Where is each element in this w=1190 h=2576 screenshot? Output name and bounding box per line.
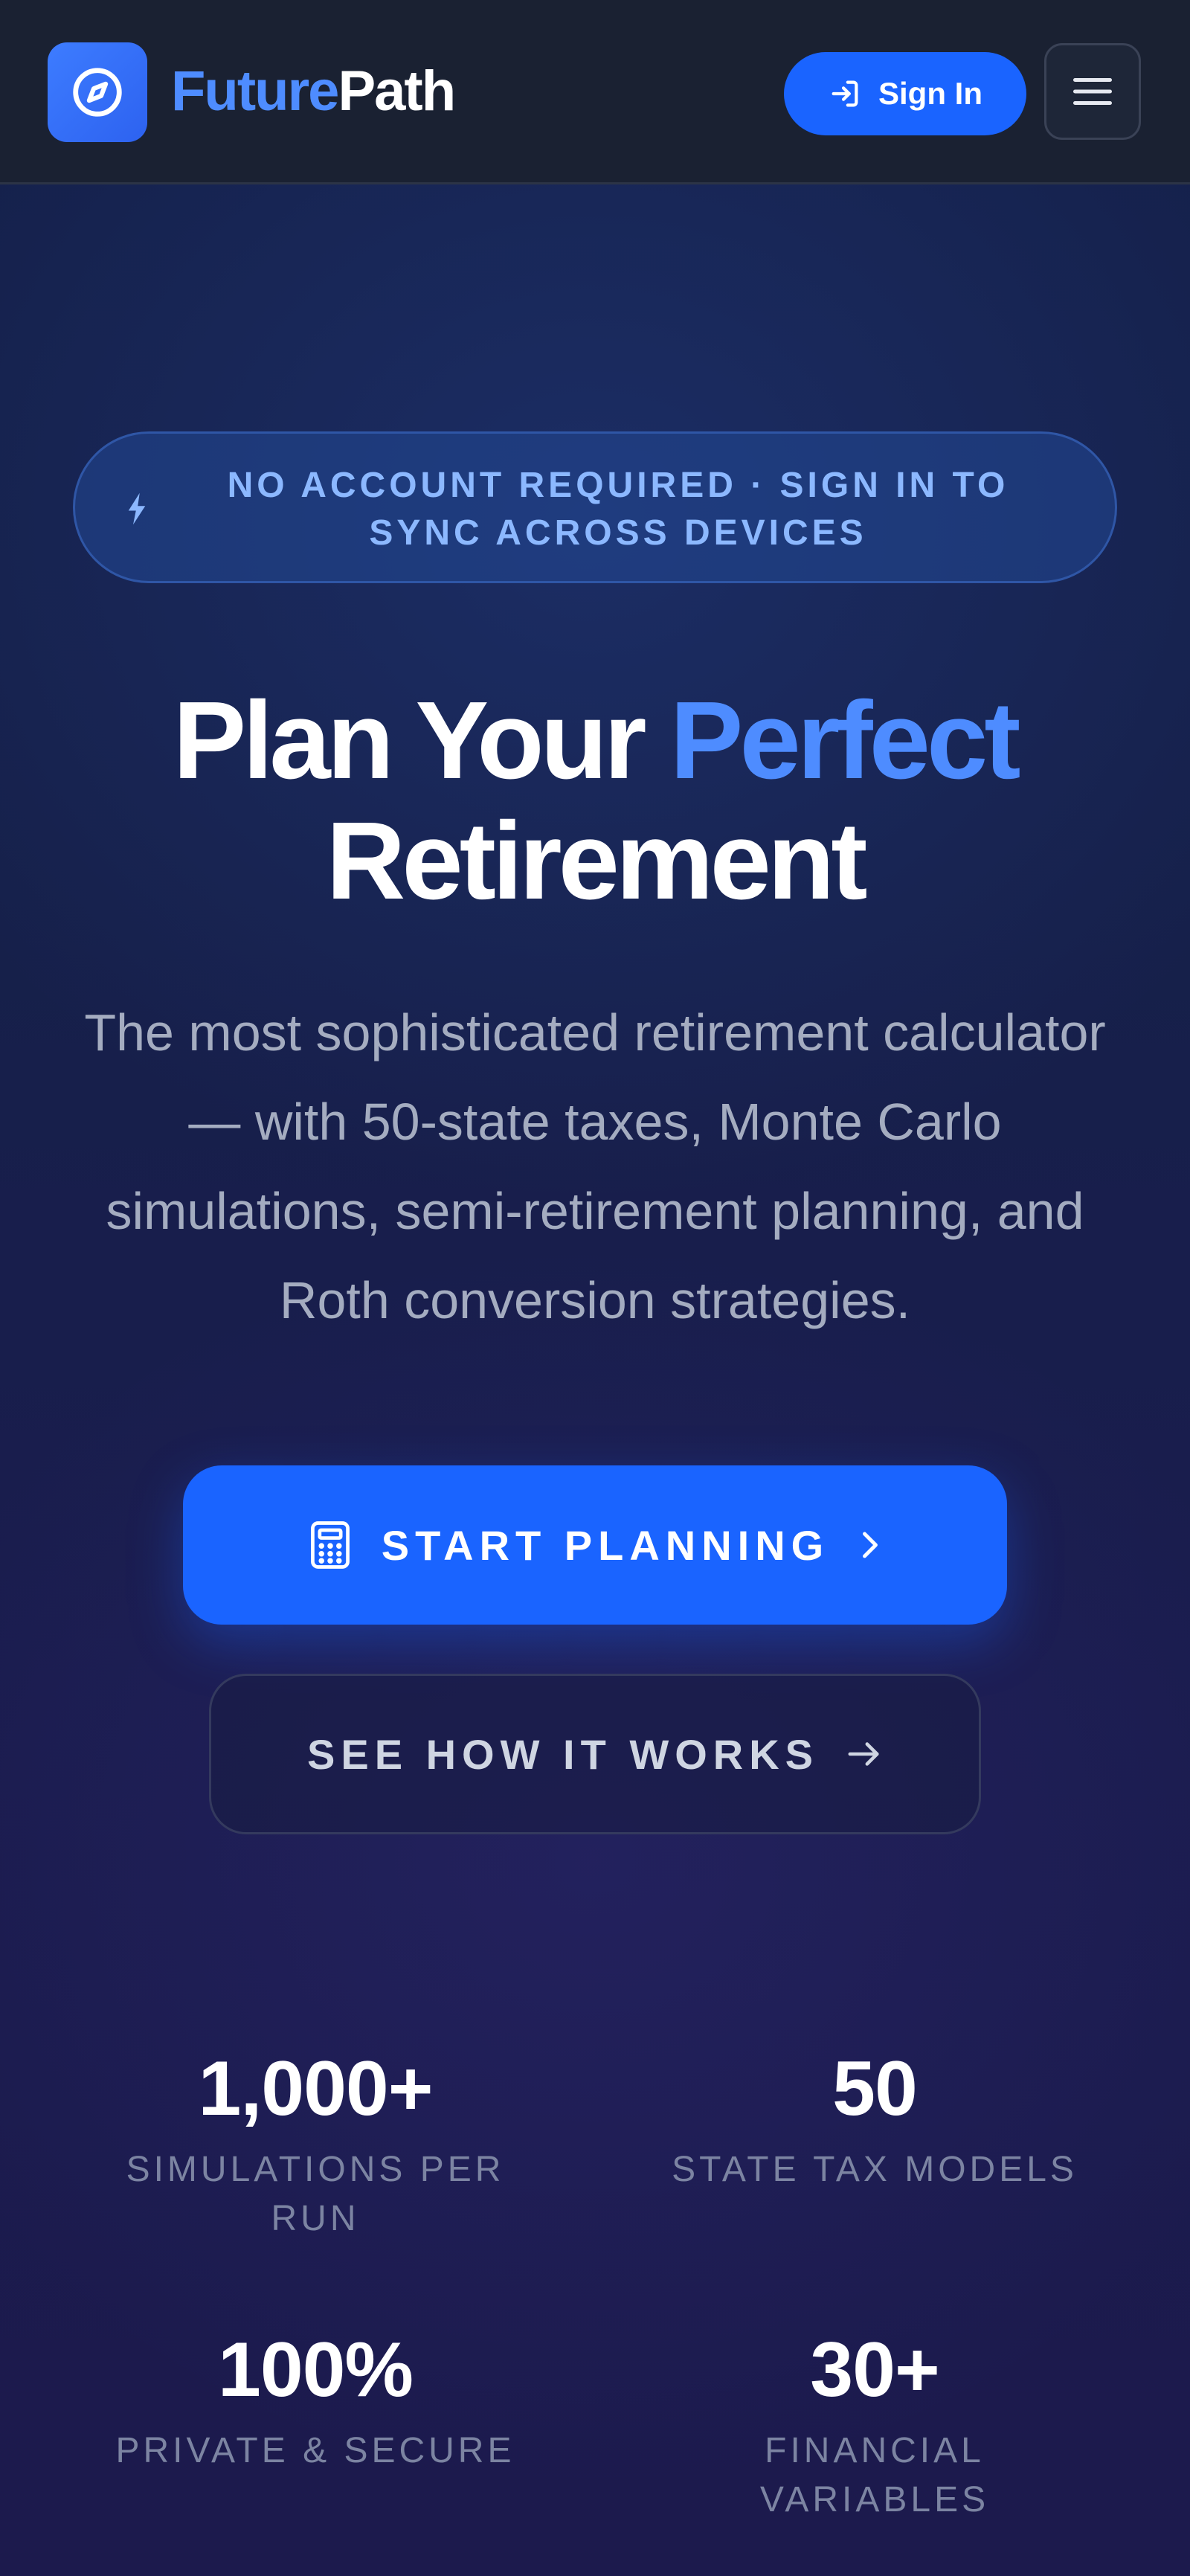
badge-text: NO ACCOUNT REQUIRED · SIGN IN TO SYNC AC… xyxy=(227,466,1009,553)
calculator-icon xyxy=(310,1521,350,1569)
brand-name-part1: Future xyxy=(171,60,339,123)
hero-title-highlight: Perfect xyxy=(669,679,1021,802)
hamburger-menu-icon xyxy=(1073,78,1112,105)
see-how-it-works-label: SEE HOW IT WORKS xyxy=(307,1730,819,1778)
start-planning-label: START PLANNING xyxy=(381,1521,830,1569)
stat-label: SIMULATIONS PER RUN xyxy=(126,2150,505,2238)
stat-simulations: 1,000+ SIMULATIONS PER RUN xyxy=(48,2044,583,2243)
stat-label: STATE TAX MODELS xyxy=(672,2150,1078,2189)
compass-icon xyxy=(73,68,122,117)
stat-value: 30+ xyxy=(810,2327,939,2413)
stat-financial-variables: 30+ FINANCIAL VARIABLES xyxy=(607,2325,1142,2525)
hero-title: Plan Your Perfect Retirement xyxy=(0,681,1190,922)
menu-button[interactable] xyxy=(1044,43,1141,140)
top-nav-bar: FuturePath Sign In xyxy=(0,0,1190,184)
stat-private-secure: 100% PRIVATE & SECURE xyxy=(48,2325,583,2476)
hero-subtitle: The most sophisticated retirement calcul… xyxy=(84,1003,1106,1329)
logo-badge[interactable] xyxy=(48,42,147,142)
no-account-badge: NO ACCOUNT REQUIRED · SIGN IN TO SYNC AC… xyxy=(73,431,1117,583)
stat-state-tax-models: 50 STATE TAX MODELS xyxy=(607,2044,1142,2194)
sign-in-button[interactable]: Sign In xyxy=(784,52,1026,135)
stat-value: 50 xyxy=(832,2046,918,2132)
brand-name[interactable]: FuturePath xyxy=(171,58,456,125)
stat-value: 1,000+ xyxy=(198,2046,434,2132)
brand-name-part2: Path xyxy=(338,60,456,123)
sign-in-icon xyxy=(832,80,858,107)
lightning-icon xyxy=(128,492,146,525)
stat-value: 100% xyxy=(218,2327,414,2413)
see-how-it-works-button[interactable]: SEE HOW IT WORKS xyxy=(209,1674,981,1834)
hero-title-part1: Plan Your xyxy=(173,679,670,802)
chevron-right-icon xyxy=(863,1532,878,1558)
stat-label: PRIVATE & SECURE xyxy=(115,2431,515,2470)
stat-label: FINANCIAL VARIABLES xyxy=(759,2431,990,2519)
arrow-right-icon xyxy=(848,1742,879,1766)
sign-in-label: Sign In xyxy=(878,76,982,111)
hero-title-part2: Retirement xyxy=(326,800,867,922)
start-planning-button[interactable]: START PLANNING xyxy=(183,1465,1007,1625)
